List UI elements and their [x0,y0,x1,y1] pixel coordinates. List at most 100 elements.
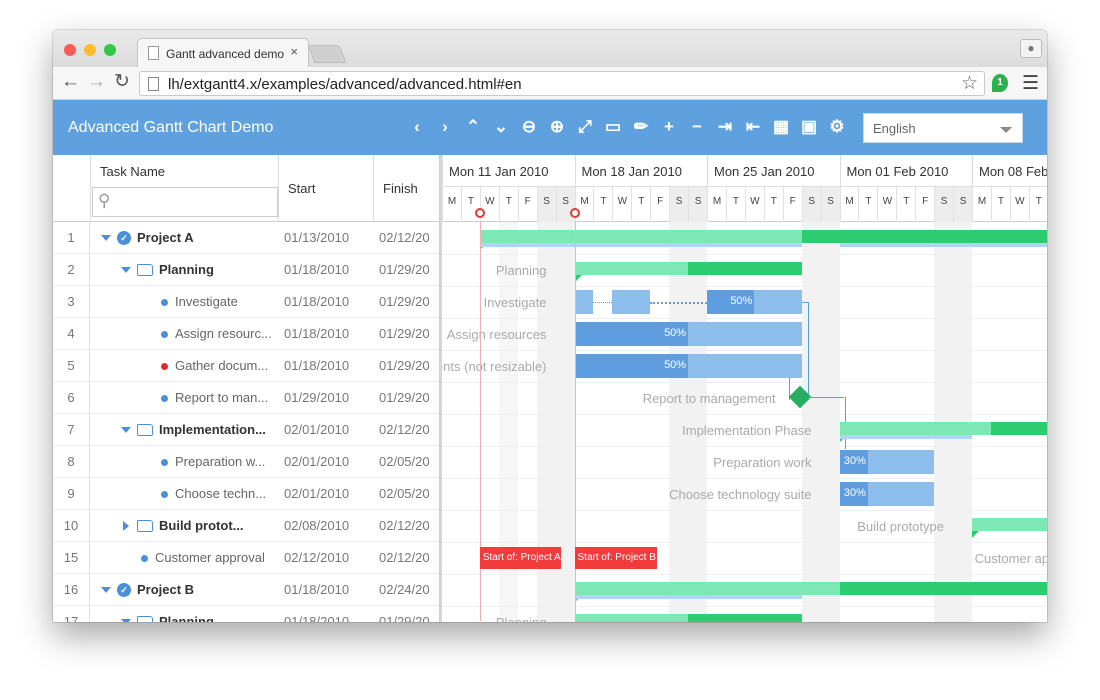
expand-all-icon[interactable]: ⌄ [488,114,514,140]
row-number: 6 [53,382,90,414]
table-row[interactable]: 15 Customer approval 02/12/2010 02/12/20 [53,542,439,574]
table-row[interactable]: 5 Gather docum... 01/18/2010 01/29/20 [53,350,439,382]
expand-arrow-icon[interactable] [101,235,111,241]
summary-left-tick [574,275,582,282]
implementation-bar[interactable] [839,422,1047,435]
column-task-name[interactable]: Task Name ⚲ [91,155,279,221]
task-start: 02/12/2010 [284,550,350,565]
timeline-day: M [839,187,859,222]
expand-arrow-icon[interactable] [121,427,131,433]
chevron-right-icon[interactable]: › [432,114,458,140]
profile-icon[interactable]: ● [1020,39,1042,58]
task-start: 02/01/2010 [284,486,350,501]
timeline-day: T [858,187,877,222]
maximize-window-button[interactable] [104,44,116,56]
table-row[interactable]: 6 Report to man... 01/29/2010 01/29/20 [53,382,439,414]
timeline-day: T [763,187,783,222]
expand-arrow-icon[interactable] [121,619,131,622]
row-number: 4 [53,318,90,350]
zoom-fit-icon[interactable]: ⤢ [572,114,598,140]
timeline-week-label: Mon 18 Jan 2010 [574,155,708,187]
table-row[interactable]: 16 ✓ Project B 01/18/2010 02/24/20 [53,574,439,606]
row-line [442,382,1047,383]
expand-arrow-icon[interactable] [101,587,111,593]
close-window-button[interactable] [64,44,76,56]
gantt-task-label: Choose technology suite [669,487,812,502]
highlight-icon[interactable]: ✏ [628,114,654,140]
collapse-all-icon[interactable]: ⌃ [460,114,486,140]
bookmark-star-icon[interactable]: ☆ [961,72,978,95]
table-row[interactable]: 10 Build protot... 02/08/2010 02/12/20 [53,510,439,542]
task-dot-icon [161,395,168,402]
monitor-icon[interactable]: ▭ [600,114,626,140]
task-finish: 02/24/20 [379,582,429,597]
url-field[interactable]: lh/extgantt4.x/examples/advanced/advance… [139,71,985,96]
dependency-line [807,397,845,398]
gantt-task-label: Planning [495,263,547,278]
browser-window: Gantt advanced demo × ● ← → ↻ lh/extgant… [53,30,1047,622]
table-row[interactable]: 7 Implementation... 02/01/2010 02/12/20 [53,414,439,446]
gantt-task-bar[interactable]: 30% [839,450,935,474]
map-pin-icon[interactable] [569,208,580,218]
table-row[interactable]: 17 Planning 01/18/2010 01/29/20 [53,606,439,622]
column-start[interactable]: Start [279,155,374,221]
gantt-task-bar[interactable]: 50% [707,290,802,314]
browser-tab[interactable]: Gantt advanced demo × [137,38,309,67]
map-pin-icon[interactable] [474,208,485,218]
minimize-window-button[interactable] [84,44,96,56]
gantt-task-bar[interactable]: 50% [574,354,802,378]
summary-left-tick [972,531,979,538]
gantt-task-bar[interactable]: 50% [574,322,802,346]
gantt-task-label: Assign resources [446,327,547,342]
table-row[interactable]: 1 ✓ Project A 01/13/2010 02/12/20 [53,222,439,254]
indent-icon[interactable]: ⇥ [712,114,738,140]
back-icon[interactable]: ← [61,72,80,92]
reload-icon[interactable]: ↻ [114,72,130,92]
zoom-out-icon[interactable]: ⊖ [516,114,542,140]
timeline-day: S [801,187,821,222]
investigate-segment[interactable] [612,290,651,314]
task-name: Implementation... [159,422,266,437]
zoom-in-icon[interactable]: ⊕ [544,114,570,140]
expand-arrow-icon[interactable] [121,267,131,273]
gantt-task-bar[interactable]: 30% [839,482,935,506]
gantt-task-label: Report to management [642,391,776,406]
language-select[interactable]: English [863,113,1023,143]
add-icon[interactable]: + [656,114,682,140]
gantt-task-label: Implementation Phase [682,423,812,438]
table-row[interactable]: 8 Preparation w... 02/01/2010 02/05/20 [53,446,439,478]
planning-b-bar[interactable] [574,614,802,622]
investigate-segment[interactable] [574,290,594,314]
row-line [442,606,1047,607]
extension-icon[interactable]: 1 [992,74,1008,92]
build-prototype-bar[interactable] [972,518,1047,531]
planning-bar[interactable] [574,262,802,275]
address-bar: ← → ↻ lh/extgantt4.x/examples/advanced/a… [53,67,1047,100]
table-row[interactable]: 4 Assign resourc... 01/18/2010 01/29/20 [53,318,439,350]
timeline-day: S [536,187,556,222]
task-name: Customer approval [155,550,265,565]
table-row[interactable]: 3 Investigate 01/18/2010 01/29/20 [53,286,439,318]
timeline-day: W [877,187,896,222]
task-name: Build protot... [159,518,244,533]
save-icon[interactable]: ▣ [796,114,822,140]
project-b-bar[interactable] [574,582,1047,595]
collapse-arrow-icon[interactable] [123,521,129,531]
outdent-icon[interactable]: ⇤ [740,114,766,140]
column-finish[interactable]: Finish [374,155,440,221]
table-row[interactable]: 9 Choose techn... 02/01/2010 02/05/20 [53,478,439,510]
gantt-task-label: Planning [496,615,547,622]
calendar-icon[interactable]: ▦ [768,114,794,140]
chevron-left-icon[interactable]: ‹ [404,114,430,140]
menu-icon[interactable]: ☰ [1022,72,1039,95]
tab-close-icon[interactable]: × [290,44,298,59]
settings-icon[interactable]: ⚙ [824,114,850,140]
project-a-bar[interactable] [479,230,1047,243]
task-filter-input[interactable]: ⚲ [92,187,278,217]
table-row[interactable]: 2 Planning 01/18/2010 01/29/20 [53,254,439,286]
remove-icon[interactable]: − [684,114,710,140]
forward-icon[interactable]: → [87,72,106,92]
new-tab-button[interactable] [307,45,347,63]
row-line [442,510,1047,511]
gantt-task-label: ents (not resizable) [442,359,547,374]
